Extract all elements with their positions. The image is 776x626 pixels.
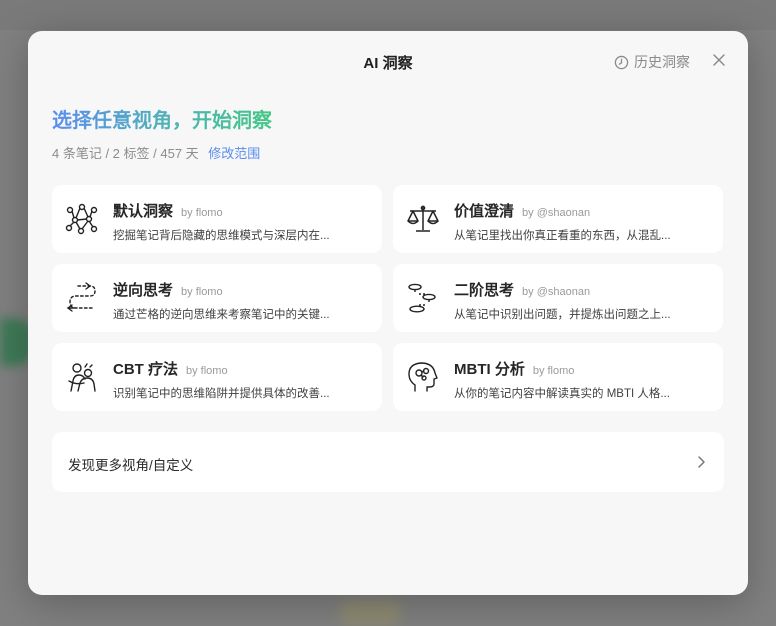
discover-more-button[interactable]: 发现更多视角/自定义 [52, 432, 724, 492]
perspective-description: 从笔记中识别出问题，并提炼出问题之上... [454, 309, 671, 321]
background-app-element [340, 600, 400, 626]
perspective-card-default[interactable]: 默认洞察 by flomo 挖掘笔记背后隐藏的思维模式与深层内在... [52, 185, 382, 253]
stats-text: 4 条笔记 / 2 标签 / 457 天 [52, 146, 199, 161]
network-icon [65, 203, 98, 235]
edit-scope-link[interactable]: 修改范围 [208, 146, 260, 161]
perspective-card-value-clarification[interactable]: 价值澄清 by @shaonan 从笔记里找出你真正看重的东西，从混乱... [393, 185, 723, 253]
hugging-people-icon [68, 363, 96, 392]
perspective-title: 逆向思考 by flomo [113, 282, 223, 299]
perspective-author: by @shaonan [522, 207, 591, 219]
perspective-title: 二阶思考 by @shaonan [454, 282, 591, 299]
perspective-author: by @shaonan [522, 286, 591, 298]
perspective-title: MBTI 分析 by flomo [454, 361, 575, 378]
head-mind-icon [408, 362, 438, 392]
history-insight-label: 历史洞察 [634, 54, 690, 70]
perspective-author: by flomo [181, 207, 223, 219]
background-app-header [0, 0, 776, 30]
perspective-card-mbti[interactable]: MBTI 分析 by flomo 从你的笔记内容中解读真实的 MBTI 人格... [393, 343, 723, 411]
stepping-stones-icon [408, 283, 436, 313]
perspective-author: by flomo [532, 365, 575, 377]
scale-icon [407, 205, 439, 232]
perspective-description: 识别笔记中的思维陷阱并提供具体的改善... [113, 388, 330, 400]
perspective-description: 通过芒格的逆向思维来考察笔记中的关键... [113, 309, 330, 321]
headline: 选择任意视角，开始洞察 [52, 104, 272, 133]
reverse-path-icon [66, 282, 96, 312]
perspective-description: 从你的笔记内容中解读真实的 MBTI 人格... [454, 388, 670, 400]
perspective-card-cbt[interactable]: CBT 疗法 by flomo 识别笔记中的思维陷阱并提供具体的改善... [52, 343, 382, 411]
perspective-title: 价值澄清 by @shaonan [454, 203, 591, 220]
close-icon[interactable] [712, 53, 726, 67]
ai-insight-dialog: AI 洞察 历史洞察 选择任意视角，开始洞察 4 条笔记 / 2 标签 / 45… [28, 31, 748, 595]
perspective-author: by flomo [181, 286, 223, 298]
perspective-description: 从笔记里找出你真正看重的东西，从混乱... [454, 230, 671, 242]
note-stats: 4 条笔记 / 2 标签 / 457 天 修改范围 [52, 143, 260, 162]
clock-icon [614, 55, 629, 69]
perspective-title: CBT 疗法 by flomo [113, 361, 228, 378]
perspective-description: 挖掘笔记背后隐藏的思维模式与深层内在... [113, 230, 330, 242]
history-insight-button[interactable]: 历史洞察 [614, 52, 690, 72]
perspective-title: 默认洞察 by flomo [113, 203, 223, 220]
perspective-card-second-order[interactable]: 二阶思考 by @shaonan 从笔记中识别出问题，并提炼出问题之上... [393, 264, 723, 332]
chevron-right-icon [698, 456, 705, 468]
discover-more-label: 发现更多视角/自定义 [68, 458, 194, 473]
perspective-author: by flomo [186, 365, 228, 377]
perspective-card-inversion[interactable]: 逆向思考 by flomo 通过芒格的逆向思维来考察笔记中的关键... [52, 264, 382, 332]
